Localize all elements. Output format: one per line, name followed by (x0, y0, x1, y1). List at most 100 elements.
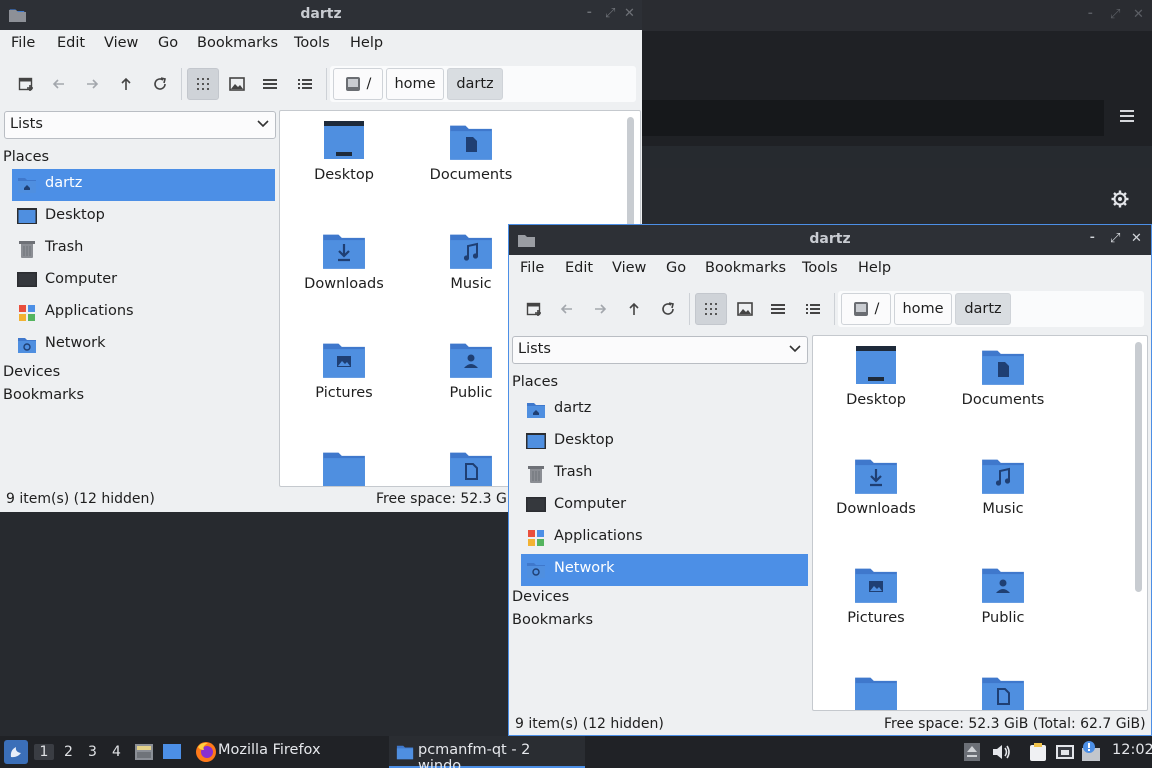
forward-arrow-icon[interactable] (76, 68, 108, 100)
file-item-documents[interactable]: Documents (411, 119, 531, 183)
file-item-desktop[interactable]: Desktop (284, 119, 404, 183)
sidebar-item-network[interactable]: Network (12, 329, 275, 361)
sidebar-item-dartz[interactable]: dartz (521, 394, 808, 426)
menu-view[interactable]: View (104, 35, 138, 51)
menu-edit[interactable]: Edit (57, 35, 85, 51)
reload-icon[interactable] (652, 293, 684, 325)
bookmarks-header[interactable]: Bookmarks (512, 612, 593, 628)
minimize-icon[interactable]: ⁃ (586, 6, 593, 21)
sidebar-item-trash[interactable]: Trash (521, 458, 808, 490)
file-item-documents[interactable]: Documents (943, 344, 1063, 408)
file-cabinet-icon[interactable] (134, 742, 154, 762)
close-icon[interactable]: ✕ (1133, 7, 1144, 22)
menu-bookmarks[interactable]: Bookmarks (197, 35, 278, 51)
show-desktop-icon[interactable] (162, 742, 182, 762)
sidebar-item-applications[interactable]: Applications (521, 522, 808, 554)
maximize-icon[interactable]: ⤢ (1110, 231, 1120, 246)
places-header[interactable]: Places (512, 374, 558, 390)
file-item-public[interactable]: Public (943, 562, 1063, 626)
reload-icon[interactable] (144, 68, 176, 100)
up-arrow-icon[interactable] (618, 293, 650, 325)
compact-view-icon[interactable] (762, 293, 794, 325)
hamburger-menu-icon[interactable] (1120, 110, 1134, 122)
menu-help[interactable]: Help (858, 260, 891, 276)
sidebar-item-desktop[interactable]: Desktop (521, 426, 808, 458)
path-root-button[interactable]: / (841, 293, 891, 325)
task-firefox[interactable]: Mozilla Firefox (218, 742, 321, 758)
file-view[interactable]: Desktop Documents Downloads Music Pictur… (812, 335, 1148, 711)
menu-go[interactable]: Go (158, 35, 178, 51)
path-root-button[interactable]: / (333, 68, 383, 100)
file-item-downloads[interactable]: Downloads (816, 453, 936, 517)
file-item-pictures[interactable]: Pictures (816, 562, 936, 626)
notification-icon[interactable] (1081, 740, 1103, 762)
sidebar-item-desktop[interactable]: Desktop (12, 201, 275, 233)
thumbnail-view-icon[interactable] (221, 68, 253, 100)
menu-bookmarks[interactable]: Bookmarks (705, 260, 786, 276)
file-item-templates[interactable] (943, 671, 1063, 711)
sidebar-item-dartz[interactable]: dartz (12, 169, 275, 201)
file-item-downloads[interactable]: Downloads (284, 228, 404, 292)
sidebar-item-network[interactable]: Network (521, 554, 808, 586)
menu-edit[interactable]: Edit (565, 260, 593, 276)
maximize-icon[interactable]: ⤢ (605, 6, 615, 21)
menu-file[interactable]: File (520, 260, 544, 276)
volume-icon[interactable] (991, 743, 1011, 761)
up-arrow-icon[interactable] (110, 68, 142, 100)
places-header[interactable]: Places (3, 149, 49, 165)
side-pane-mode-select[interactable]: Lists (4, 111, 276, 139)
gear-icon[interactable] (1111, 190, 1129, 208)
path-segment-home[interactable]: home (894, 293, 952, 325)
workspace-1[interactable]: 1 (34, 744, 54, 760)
background-search-bar[interactable] (642, 100, 1104, 136)
vertical-scrollbar[interactable] (1135, 342, 1142, 592)
icon-view-icon[interactable] (187, 68, 219, 100)
menu-tools[interactable]: Tools (802, 260, 838, 276)
workspace-4[interactable]: 4 (112, 744, 121, 760)
sidebar-item-computer[interactable]: Computer (12, 265, 275, 297)
close-icon[interactable]: ✕ (624, 6, 635, 21)
workspace-2[interactable]: 2 (64, 744, 73, 760)
detailed-list-icon[interactable] (289, 68, 321, 100)
thumbnail-view-icon[interactable] (729, 293, 761, 325)
path-segment-home[interactable]: home (386, 68, 444, 100)
path-segment-dartz[interactable]: dartz (955, 293, 1011, 325)
file-item-music[interactable]: Music (943, 453, 1063, 517)
menu-help[interactable]: Help (350, 35, 383, 51)
file-item-desktop[interactable]: Desktop (816, 344, 936, 408)
detailed-list-icon[interactable] (797, 293, 829, 325)
side-pane-mode-select[interactable]: Lists (512, 336, 808, 364)
network-status-icon[interactable] (1055, 742, 1075, 762)
devices-header[interactable]: Devices (3, 364, 60, 380)
compact-view-icon[interactable] (254, 68, 286, 100)
clock[interactable]: 12:02 (1112, 742, 1152, 758)
workspace-3[interactable]: 3 (88, 744, 97, 760)
path-segment-dartz[interactable]: dartz (447, 68, 503, 100)
new-tab-icon[interactable] (518, 293, 550, 325)
minimize-icon[interactable]: ⁃ (1087, 7, 1094, 22)
forward-arrow-icon[interactable] (584, 293, 616, 325)
clipboard-icon[interactable] (1029, 742, 1047, 762)
file-item-folder[interactable] (816, 671, 936, 711)
bookmarks-header[interactable]: Bookmarks (3, 387, 84, 403)
close-icon[interactable]: ✕ (1131, 231, 1142, 246)
icon-view-icon[interactable] (695, 293, 727, 325)
eject-icon[interactable] (963, 742, 981, 762)
back-arrow-icon[interactable] (43, 68, 75, 100)
menu-file[interactable]: File (11, 35, 35, 51)
sidebar-item-computer[interactable]: Computer (521, 490, 808, 522)
menu-view[interactable]: View (612, 260, 646, 276)
devices-header[interactable]: Devices (512, 589, 569, 605)
maximize-icon[interactable]: ⤢ (1110, 7, 1120, 22)
file-item-folder[interactable] (284, 446, 404, 487)
sidebar-item-applications[interactable]: Applications (12, 297, 275, 329)
file-item-pictures[interactable]: Pictures (284, 337, 404, 401)
menu-tools[interactable]: Tools (294, 35, 330, 51)
sidebar-item-trash[interactable]: Trash (12, 233, 275, 265)
new-tab-icon[interactable] (10, 68, 42, 100)
back-arrow-icon[interactable] (551, 293, 583, 325)
task-pcmanfm[interactable]: pcmanfm-qt - 2 windo... (389, 736, 585, 768)
menu-go[interactable]: Go (666, 260, 686, 276)
minimize-icon[interactable]: ⁃ (1089, 231, 1096, 246)
start-menu-icon[interactable] (4, 740, 28, 764)
